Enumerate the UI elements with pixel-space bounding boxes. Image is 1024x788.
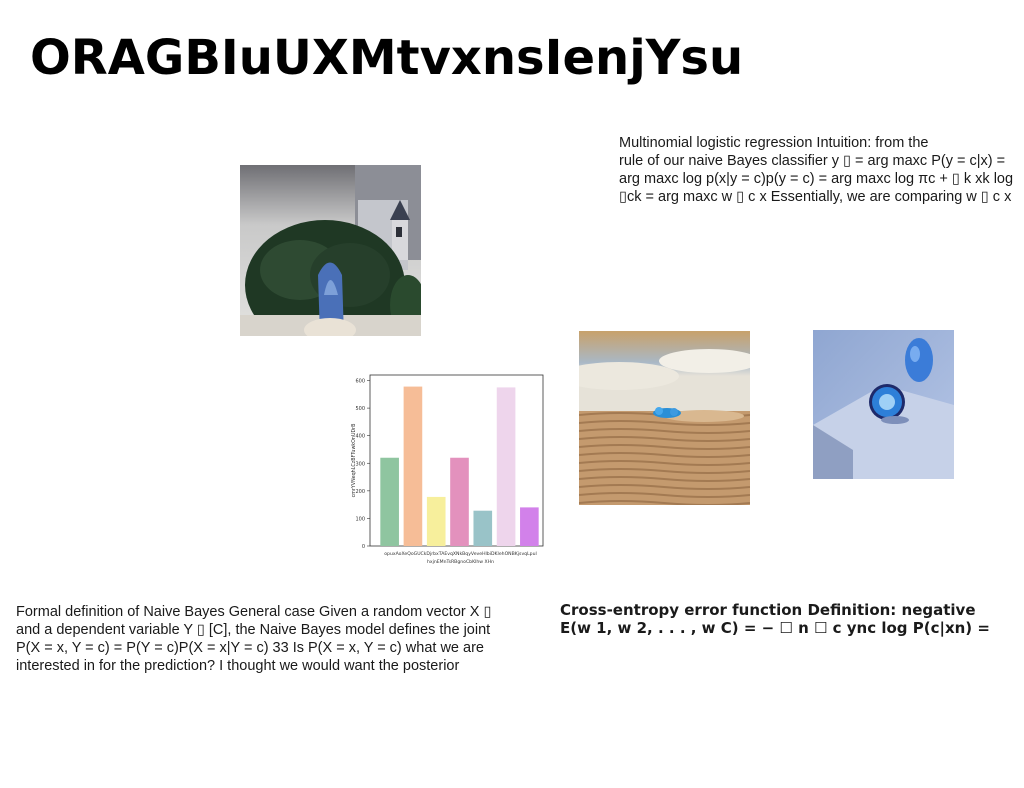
y-tick-label: 100 xyxy=(355,516,365,522)
text-line: Cross-entropy error function Definition:… xyxy=(560,601,976,619)
bar-chart: 0 100 200 300 400 500 600 opuxAoXeQoGUCkDjrbxTA… xyxy=(348,370,548,570)
text-line: P(X = x, Y = c) = P(Y = c)P(X = x|Y = c)… xyxy=(16,640,484,656)
x-tick-labels-row1: opuxAoXeQoGUCkDjrbxTAEvqXNkBqyVeveHlbiDK… xyxy=(384,551,537,557)
page-title: ORAGBIuUXMtvxnsIenjYsu xyxy=(30,30,744,86)
text-line: ▯ck = arg maxc w ▯ c x Essentially, we a… xyxy=(619,189,1012,205)
bar xyxy=(520,507,539,546)
text-line: rule of our naive Bayes classifier y ▯ =… xyxy=(619,153,1006,169)
x-tick-labels-row2: hxjnEMnTsRBgnoCbKlhw XHn xyxy=(427,559,494,565)
bar xyxy=(380,457,399,546)
bar xyxy=(426,496,446,546)
text-line: Formal definition of Naive Bayes General… xyxy=(16,604,492,620)
y-tick-label: 500 xyxy=(355,406,365,412)
text-block-naive-bayes: Formal definition of Naive Bayes General… xyxy=(16,603,491,675)
bar xyxy=(473,510,493,546)
y-tick-label: 600 xyxy=(355,379,365,385)
text-line: E(w 1, w 2, . . . , w C) = − ☐ n ☐ c ync… xyxy=(560,619,990,637)
text-block-cross-entropy: Cross-entropy error function Definition:… xyxy=(560,601,1024,637)
photo-blue-citrus xyxy=(813,330,954,479)
y-axis-label: cmrYVNeqhLCzBFTuwkOnUDrB xyxy=(351,424,357,498)
photo-desert-dunes xyxy=(579,331,750,505)
text-line: and a dependent variable Y ▯ [C], the Na… xyxy=(16,622,491,638)
text-line: arg maxc log p(x|y = c)p(y = c) = arg ma… xyxy=(619,171,1014,187)
bar xyxy=(450,457,469,546)
text-line: Multinomial logistic regression Intuitio… xyxy=(619,135,929,151)
bar xyxy=(403,386,423,546)
text-line: interested in for the prediction? I thou… xyxy=(16,658,460,674)
bar-chart-svg: 0100200300400500600opuxAoXeQoGUCkDjrbxTA… xyxy=(351,374,544,565)
text-block-logistic-regression: Multinomial logistic regression Intuitio… xyxy=(619,134,1024,206)
bar xyxy=(496,387,516,546)
y-tick-label: 0 xyxy=(362,544,365,550)
photo-hooded-figure-forest xyxy=(240,165,421,336)
